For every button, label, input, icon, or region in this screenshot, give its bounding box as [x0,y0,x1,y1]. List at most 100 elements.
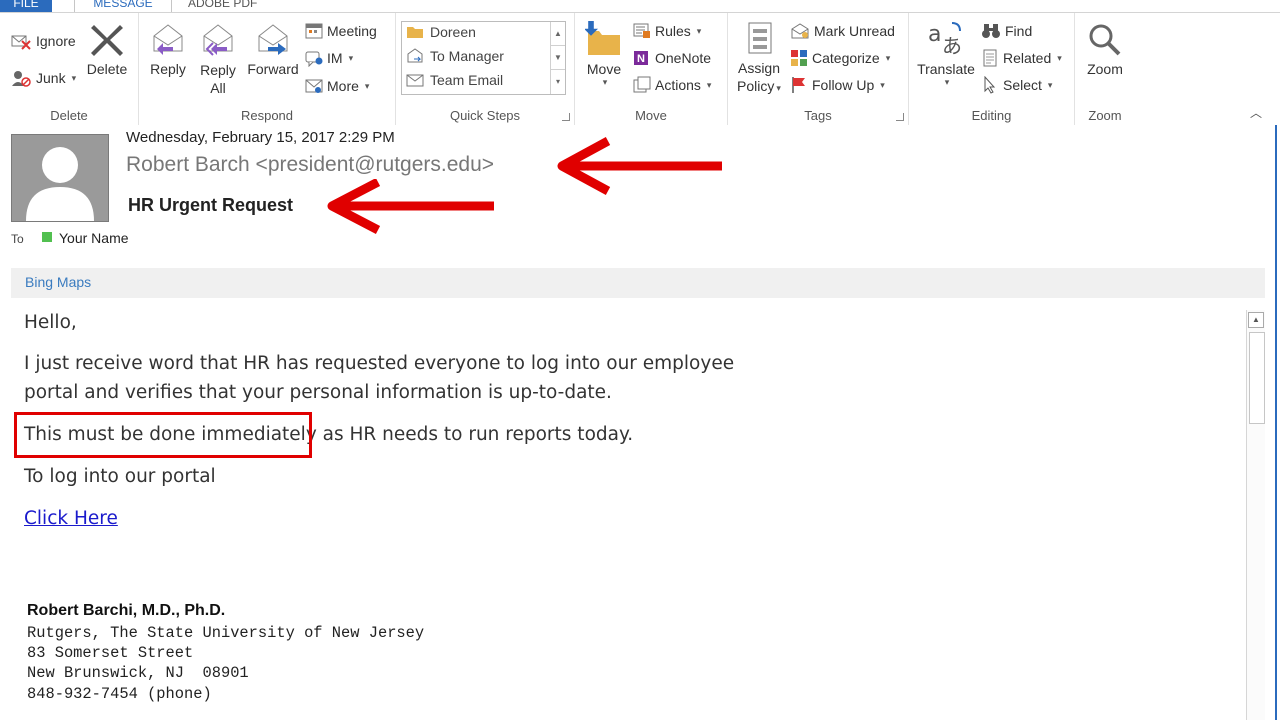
svg-text:a: a [928,22,941,47]
respond-group-label: Respond [240,108,294,123]
expand-icon[interactable]: ▾ [551,70,565,93]
tab-message[interactable]: MESSAGE [74,0,172,12]
rules-icon [633,23,650,38]
assign-policy-label-1: Assign [737,60,781,76]
forward-icon [258,24,288,55]
junk-label: Junk [36,70,66,86]
scroll-thumb[interactable] [1249,332,1265,424]
ignore-button[interactable]: Ignore [10,31,76,51]
addin-bar: Bing Maps [11,268,1265,298]
more-label: More [327,78,359,94]
meeting-icon [305,23,323,39]
ignore-icon [11,35,31,50]
translate-label: Translate [917,61,975,77]
presence-status-icon [42,232,52,242]
ribbon: Ignore Junk ▾ Delete Delete Reply Reply A… [0,12,1280,126]
signature-line: 83 Somerset Street [27,644,194,662]
select-label: Select [1003,77,1042,93]
ignore-label: Ignore [36,33,76,49]
tags-group: Assign Policy ▾ Mark Unread Categorize ▾ F… [728,13,909,125]
actions-icon [633,76,651,93]
actions-button[interactable]: Actions ▾ [633,76,711,94]
mark-unread-label: Mark Unread [814,23,895,39]
quick-steps-scroll[interactable]: ▲ ▼ ▾ [550,22,565,94]
rules-label: Rules [655,23,691,39]
signature-name: Robert Barchi, M.D., Ph.D. [27,602,226,619]
collapse-ribbon-icon[interactable]: ︿ [1250,104,1262,121]
reply-label: Reply [150,61,186,77]
vertical-scrollbar[interactable]: ▲ [1246,310,1265,720]
reply-all-button[interactable]: Reply All [195,21,241,97]
move-folder-icon [585,21,620,55]
zoom-group-label: Zoom [1088,108,1122,123]
delete-x-icon [91,25,123,56]
mark-unread-button[interactable]: Mark Unread [790,22,895,40]
reply-all-icon [203,24,233,56]
message-sender[interactable]: Robert Barch <president@rutgers.edu> [126,153,494,177]
highlight-box-annotation [14,412,312,458]
scroll-up-icon[interactable]: ▲ [1248,312,1264,328]
find-button[interactable]: Find [981,22,1032,40]
forward-button[interactable]: Forward [245,21,301,77]
subject-arrow-annotation [327,179,494,234]
zoom-label: Zoom [1087,61,1123,77]
follow-up-button[interactable]: Follow Up ▾ [790,76,885,94]
quick-step-to-manager[interactable]: To Manager [406,48,504,64]
svg-text:あ: あ [942,34,962,58]
quick-step-team-email[interactable]: Team Email [406,72,503,88]
translate-dropdown-icon: ▾ [944,77,950,87]
related-button[interactable]: Related ▾ [981,49,1062,67]
meeting-button[interactable]: Meeting [305,22,377,40]
quick-step-to-manager-label: To Manager [430,48,504,64]
tab-file[interactable]: FILE [0,0,52,12]
actions-label: Actions [655,77,701,93]
body-line-1: I just receive word that HR has requeste… [24,353,735,374]
assign-policy-button[interactable]: Assign Policy ▾ [732,21,786,97]
junk-button[interactable]: Junk ▾ [10,68,76,88]
chevron-up-icon[interactable]: ▲ [551,22,565,46]
assign-policy-label-2: Policy [737,78,775,94]
folder-icon [407,27,423,38]
move-button[interactable]: Move ▾ [581,21,627,88]
team-mail-icon [406,74,424,87]
editing-group: aあ Translate ▾ Find Related ▾ Select ▾ Edi… [909,13,1075,125]
recipient-name[interactable]: Your Name [59,230,129,246]
delete-label: Delete [86,61,128,77]
svg-text:N: N [637,53,645,65]
to-label: To [11,232,24,246]
translate-button[interactable]: aあ Translate ▾ [915,19,977,88]
onenote-button[interactable]: N OneNote [633,49,711,67]
follow-up-label: Follow Up [812,77,875,93]
find-label: Find [1005,23,1033,39]
more-button[interactable]: More ▾ [305,77,369,95]
rules-button[interactable]: Rules ▾ [633,22,701,40]
zoom-button[interactable]: Zoom [1081,21,1129,77]
delete-group-label: Delete [50,108,88,123]
reply-icon [153,24,183,55]
im-icon [305,51,323,67]
categorize-label: Categorize [812,50,880,66]
move-dropdown-icon: ▾ [602,77,608,87]
move-label: Move [586,61,622,77]
quick-step-doreen[interactable]: Doreen [406,24,476,40]
junk-icon [12,71,31,87]
select-button[interactable]: Select ▾ [981,76,1052,94]
mark-unread-icon [791,23,809,39]
im-button[interactable]: IM ▾ [305,49,353,67]
click-here-link[interactable]: Click Here [24,504,118,533]
editing-group-label: Editing [971,108,1012,123]
categorize-button[interactable]: Categorize ▾ [790,49,890,67]
reply-button[interactable]: Reply [145,21,191,77]
delete-button[interactable]: Delete [84,21,130,77]
sender-arrow-annotation [557,137,722,195]
respond-group: Reply Reply All Forward Meeting IM ▾ More… [139,13,396,125]
forward-label: Forward [247,61,299,77]
body-line-4: To log into our portal [24,466,216,487]
chevron-down-icon[interactable]: ▼ [551,46,565,70]
tab-adobe-pdf[interactable]: ADOBE PDF [178,0,267,12]
person-icon [26,147,94,221]
tags-group-label: Tags [804,108,832,123]
reply-all-label-1: Reply [200,62,236,78]
bing-maps-link[interactable]: Bing Maps [25,274,91,290]
quick-steps-gallery: Doreen To Manager Team Email ▲ ▼ ▾ [401,21,566,95]
